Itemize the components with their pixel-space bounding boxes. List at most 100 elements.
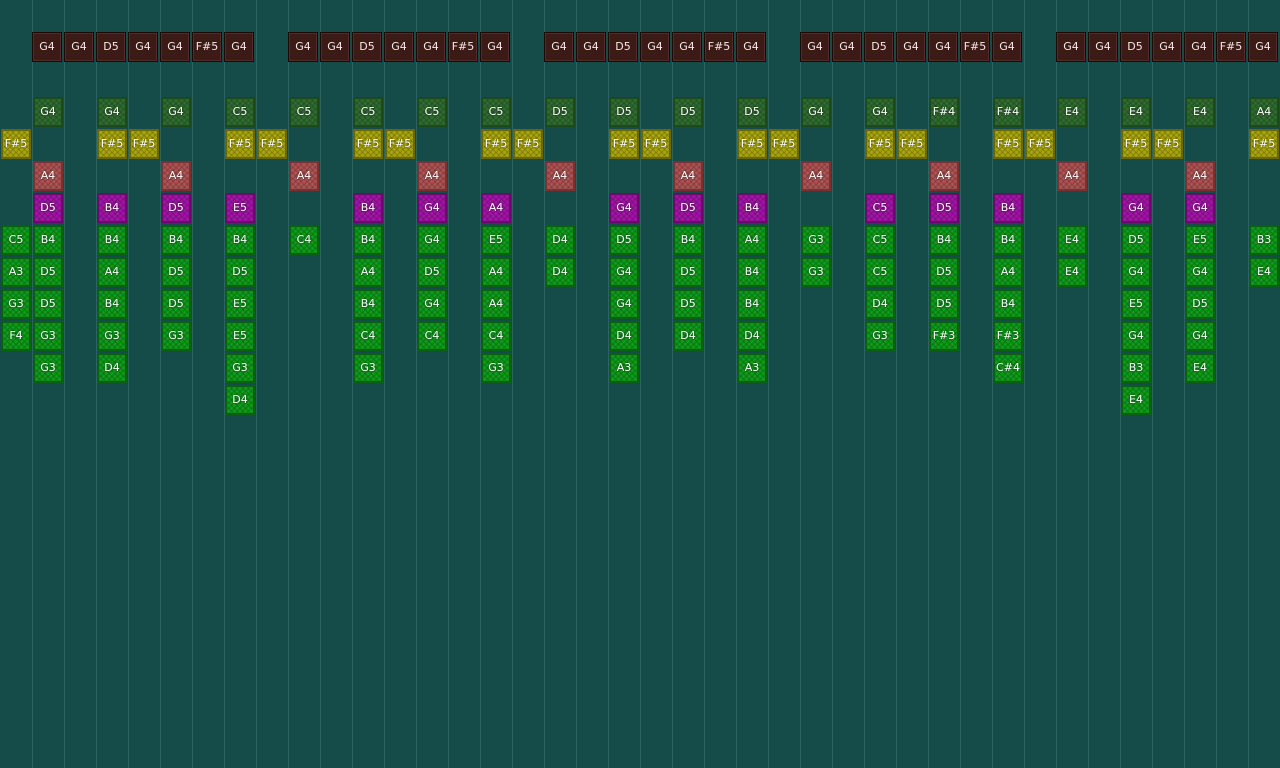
note-block[interactable]: G3: [1, 289, 31, 319]
note-block[interactable]: E4: [1249, 257, 1279, 287]
note-block[interactable]: E4: [1121, 385, 1151, 415]
note-block[interactable]: F#5: [385, 129, 415, 159]
note-block[interactable]: A4: [673, 161, 703, 191]
note-block[interactable]: A4: [929, 161, 959, 191]
note-block[interactable]: D5: [161, 193, 191, 223]
pattern-cell[interactable]: G4: [832, 32, 862, 62]
note-block[interactable]: C4: [353, 321, 383, 351]
note-block[interactable]: G4: [1121, 321, 1151, 351]
note-block[interactable]: G4: [1185, 321, 1215, 351]
pattern-cell[interactable]: F#5: [448, 32, 478, 62]
note-block[interactable]: C5: [1, 225, 31, 255]
note-block[interactable]: C5: [225, 97, 255, 127]
note-block[interactable]: F#5: [993, 129, 1023, 159]
pattern-cell[interactable]: G4: [288, 32, 318, 62]
note-block[interactable]: F#5: [1025, 129, 1055, 159]
note-block[interactable]: G3: [865, 321, 895, 351]
note-grid[interactable]: G4 G4 D5 G4 G4 F#5 G4 G4 G4 D5 G4 G4 F#5 G4 G4 G4 D5 G4 G4…: [0, 0, 1280, 768]
note-block[interactable]: A4: [1249, 97, 1279, 127]
note-block[interactable]: D4: [225, 385, 255, 415]
pattern-cell[interactable]: G4: [1152, 32, 1182, 62]
note-block[interactable]: A4: [289, 161, 319, 191]
note-block[interactable]: B4: [97, 193, 127, 223]
note-block[interactable]: D5: [1121, 225, 1151, 255]
note-block[interactable]: D5: [1185, 289, 1215, 319]
note-block[interactable]: G3: [481, 353, 511, 383]
note-block[interactable]: G3: [225, 353, 255, 383]
note-block[interactable]: F#5: [641, 129, 671, 159]
note-block[interactable]: G3: [353, 353, 383, 383]
note-block[interactable]: B4: [737, 193, 767, 223]
note-block[interactable]: E4: [1057, 97, 1087, 127]
note-block[interactable]: B4: [353, 193, 383, 223]
note-block[interactable]: G4: [417, 289, 447, 319]
note-block[interactable]: C4: [289, 225, 319, 255]
note-block[interactable]: F#5: [353, 129, 383, 159]
note-block[interactable]: D5: [673, 289, 703, 319]
note-block[interactable]: D5: [929, 257, 959, 287]
pattern-cell[interactable]: G4: [800, 32, 830, 62]
note-block[interactable]: B4: [353, 225, 383, 255]
note-block[interactable]: A4: [1185, 161, 1215, 191]
note-block[interactable]: E5: [225, 193, 255, 223]
note-block[interactable]: G4: [417, 225, 447, 255]
note-block[interactable]: D5: [673, 193, 703, 223]
note-block[interactable]: A4: [417, 161, 447, 191]
note-block[interactable]: E4: [1057, 257, 1087, 287]
note-block[interactable]: G3: [801, 257, 831, 287]
pattern-cell[interactable]: D5: [608, 32, 638, 62]
pattern-cell[interactable]: G4: [544, 32, 574, 62]
pattern-cell[interactable]: G4: [896, 32, 926, 62]
note-block[interactable]: G4: [1185, 257, 1215, 287]
pattern-cell[interactable]: G4: [480, 32, 510, 62]
note-block[interactable]: C5: [417, 97, 447, 127]
note-block[interactable]: G4: [1185, 193, 1215, 223]
note-block[interactable]: G3: [801, 225, 831, 255]
pattern-cell[interactable]: G4: [32, 32, 62, 62]
note-block[interactable]: B3: [1249, 225, 1279, 255]
pattern-cell[interactable]: G4: [384, 32, 414, 62]
note-block[interactable]: A3: [737, 353, 767, 383]
note-block[interactable]: C5: [865, 193, 895, 223]
note-block[interactable]: F#5: [897, 129, 927, 159]
note-block[interactable]: E5: [225, 321, 255, 351]
note-block[interactable]: B4: [97, 289, 127, 319]
note-block[interactable]: A4: [353, 257, 383, 287]
note-block[interactable]: E5: [481, 225, 511, 255]
note-block[interactable]: F#5: [1, 129, 31, 159]
note-block[interactable]: C4: [417, 321, 447, 351]
note-block[interactable]: F#5: [865, 129, 895, 159]
note-block[interactable]: D4: [97, 353, 127, 383]
note-block[interactable]: D5: [161, 289, 191, 319]
note-block[interactable]: E4: [1185, 353, 1215, 383]
note-block[interactable]: B4: [737, 289, 767, 319]
note-block[interactable]: D4: [545, 257, 575, 287]
note-block[interactable]: C5: [353, 97, 383, 127]
note-block[interactable]: A4: [545, 161, 575, 191]
note-block[interactable]: D5: [33, 193, 63, 223]
note-block[interactable]: B4: [929, 225, 959, 255]
note-block[interactable]: D5: [929, 289, 959, 319]
note-block[interactable]: E5: [1121, 289, 1151, 319]
note-block[interactable]: D5: [33, 289, 63, 319]
note-block[interactable]: A3: [609, 353, 639, 383]
note-block[interactable]: F#5: [769, 129, 799, 159]
note-block[interactable]: D5: [33, 257, 63, 287]
note-block[interactable]: F#5: [97, 129, 127, 159]
note-block[interactable]: B4: [33, 225, 63, 255]
note-block[interactable]: G4: [417, 193, 447, 223]
note-block[interactable]: C#4: [993, 353, 1023, 383]
note-block[interactable]: B4: [353, 289, 383, 319]
note-block[interactable]: D5: [609, 97, 639, 127]
pattern-cell[interactable]: G4: [1248, 32, 1278, 62]
note-block[interactable]: A4: [481, 289, 511, 319]
pattern-cell[interactable]: G4: [928, 32, 958, 62]
pattern-cell[interactable]: G4: [1184, 32, 1214, 62]
note-block[interactable]: G4: [609, 289, 639, 319]
note-block[interactable]: G3: [33, 353, 63, 383]
note-block[interactable]: G4: [33, 97, 63, 127]
note-block[interactable]: F#3: [929, 321, 959, 351]
note-block[interactable]: G3: [161, 321, 191, 351]
note-block[interactable]: A4: [161, 161, 191, 191]
pattern-cell[interactable]: G4: [1088, 32, 1118, 62]
